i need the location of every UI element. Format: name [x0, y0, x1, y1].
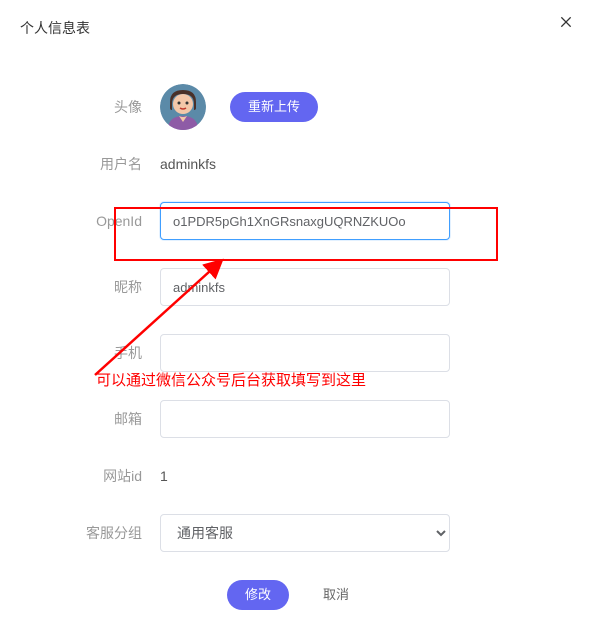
submit-button[interactable]: 修改	[227, 580, 289, 610]
label-avatar: 头像	[40, 97, 160, 117]
modal-title: 个人信息表	[20, 18, 572, 38]
label-email: 邮箱	[40, 409, 160, 429]
avatar-controls: 重新上传	[160, 84, 552, 130]
value-siteid: 1	[160, 468, 168, 484]
group-select[interactable]: 通用客服	[160, 514, 450, 552]
value-username: adminkfs	[160, 156, 216, 172]
row-nickname: 昵称	[40, 268, 552, 306]
email-input[interactable]	[160, 400, 450, 438]
label-group: 客服分组	[40, 523, 160, 543]
modal-footer: 修改 取消	[40, 580, 552, 610]
modal-header: 个人信息表	[0, 0, 592, 56]
label-openid: OpenId	[40, 213, 160, 229]
row-email: 邮箱	[40, 400, 552, 438]
label-nickname: 昵称	[40, 277, 160, 297]
phone-input[interactable]	[160, 334, 450, 372]
personal-info-modal: 个人信息表 头像	[0, 0, 592, 619]
close-icon	[558, 14, 574, 30]
nickname-input[interactable]	[160, 268, 450, 306]
label-siteid: 网站id	[40, 466, 160, 486]
row-siteid: 网站id 1	[40, 466, 552, 486]
label-username: 用户名	[40, 154, 160, 174]
reupload-button[interactable]: 重新上传	[230, 92, 318, 122]
row-group: 客服分组 通用客服	[40, 514, 552, 552]
label-phone: 手机	[40, 343, 160, 363]
avatar-image[interactable]	[160, 84, 206, 130]
avatar-icon	[160, 84, 206, 130]
annotation-text: 可以通过微信公众号后台获取填写到这里	[96, 369, 366, 390]
row-avatar: 头像 重新上传	[40, 76, 552, 130]
close-button[interactable]	[556, 12, 576, 32]
row-openid: OpenId	[40, 202, 552, 240]
modal-body: 头像 重新上传 用户名	[0, 56, 592, 630]
row-phone: 手机	[40, 334, 552, 372]
openid-input[interactable]	[160, 202, 450, 240]
cancel-button[interactable]: 取消	[307, 580, 365, 610]
row-username: 用户名 adminkfs	[40, 154, 552, 174]
